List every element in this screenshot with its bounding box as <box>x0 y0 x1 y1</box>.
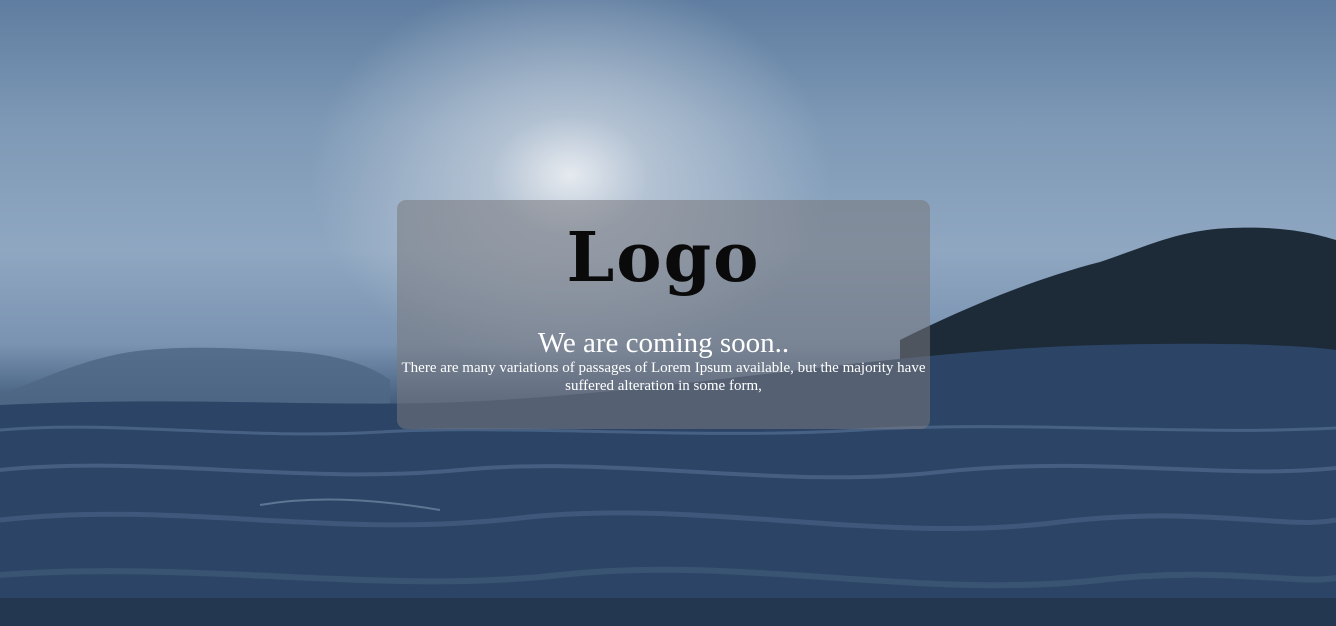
bottom-strip <box>0 598 1336 626</box>
mountain-right <box>900 227 1336 360</box>
distant-island-left <box>0 347 390 410</box>
coming-soon-card: Logo We are coming soon.. There are many… <box>397 200 930 429</box>
site-logo: Logo <box>566 218 761 298</box>
coming-soon-description: There are many variations of passages of… <box>401 360 926 394</box>
coming-soon-heading: We are coming soon.. <box>537 327 790 359</box>
